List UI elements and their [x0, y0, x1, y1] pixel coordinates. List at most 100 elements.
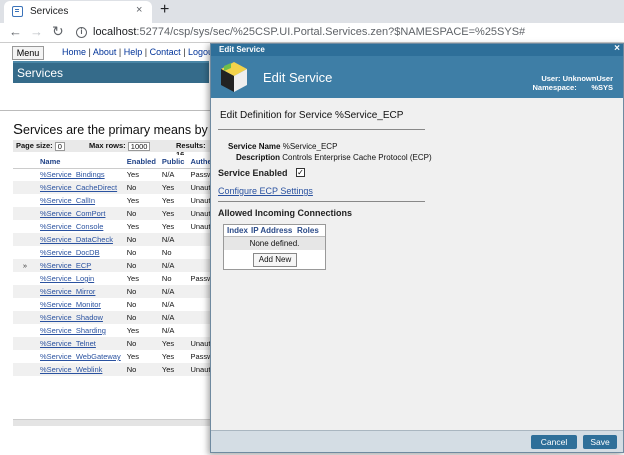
description-value: Controls Enterprise Cache Protocol (ECP)	[282, 153, 432, 162]
table-scrollbar[interactable]	[13, 419, 213, 426]
enabled-cell: No	[123, 259, 159, 272]
namespace-value: %SYS	[591, 83, 613, 92]
column-name[interactable]: Name	[37, 155, 124, 169]
user-label: User: UnknownUser	[541, 74, 613, 83]
column-enabled[interactable]: Enabled	[123, 155, 159, 169]
forward-arrow-icon[interactable]: →	[30, 24, 43, 39]
service-name-link[interactable]: %Service_DataCheck	[37, 233, 124, 246]
row-marker-icon	[13, 285, 37, 298]
enabled-cell: Yes	[126, 196, 139, 205]
table-row[interactable]: %Service_Console Yes Yes Unauthe	[13, 220, 222, 233]
link-about[interactable]: About	[93, 47, 117, 57]
service-name-value: %Service_ECP	[282, 142, 338, 151]
enabled-cell: Yes	[126, 352, 139, 361]
service-name-label: Service Name	[228, 142, 281, 151]
public-cell: Yes	[158, 337, 188, 350]
enabled-cell: No	[123, 181, 159, 194]
service-name-link[interactable]: %Service_Mirror	[37, 285, 124, 298]
service-name-link[interactable]: %Service_ComPort	[37, 207, 124, 220]
dialog-title: Edit Service	[219, 45, 265, 54]
table-row[interactable]: %Service_CallIn Yes Yes Unauthe	[13, 194, 222, 207]
table-row[interactable]: %Service_Sharding Yes N/A	[13, 324, 222, 337]
service-name-link[interactable]: %Service_Sharding	[37, 324, 124, 337]
enabled-cell: No	[123, 233, 159, 246]
configure-ecp-link[interactable]: Configure ECP Settings	[218, 186, 313, 196]
page-title-bar: Services	[13, 61, 209, 83]
dialog-footer: Cancel Save	[211, 430, 623, 452]
connections-empty-row: None defined.	[224, 237, 325, 250]
service-name-link[interactable]: %Service_DocDB	[37, 246, 124, 259]
public-cell: Yes	[161, 352, 175, 361]
table-row[interactable]: %Service_Shadow No N/A	[13, 311, 222, 324]
table-header-row: Name Enabled Public Authent	[13, 155, 222, 169]
table-row[interactable]: %Service_Monitor No N/A	[13, 298, 222, 311]
max-rows-group: Max rows: 1000	[89, 141, 151, 151]
user-info: User: UnknownUser Namespace: %SYS	[533, 74, 613, 92]
service-name-link[interactable]: %Service_Monitor	[37, 298, 124, 311]
link-home[interactable]: Home	[62, 47, 86, 57]
service-name-link[interactable]: %Service_CallIn	[37, 194, 124, 207]
link-help[interactable]: Help	[124, 47, 143, 57]
url-field[interactable]: localhost:52774/csp/sys/sec/%25CSP.UI.Po…	[93, 26, 525, 38]
row-marker-icon: »	[13, 259, 37, 272]
service-name-link[interactable]: %Service_Console	[37, 220, 124, 233]
table-row[interactable]: %Service_Bindings Yes N/A Passwo	[13, 168, 222, 181]
row-marker-icon	[13, 337, 37, 350]
public-cell: N/A	[161, 326, 175, 335]
row-marker-icon	[13, 194, 37, 207]
page-size-input[interactable]: 0	[54, 141, 65, 151]
service-name-link[interactable]: %Service_Shadow	[37, 311, 124, 324]
dialog-titlebar[interactable]: Edit Service ×	[211, 43, 623, 56]
back-arrow-icon[interactable]: ←	[9, 24, 22, 39]
reload-icon[interactable]: ↻	[52, 23, 64, 40]
table-row[interactable]: %Service_Login Yes No Passwo	[13, 272, 222, 285]
table-row[interactable]: %Service_Telnet No Yes Unauthe	[13, 337, 222, 350]
info-icon[interactable]: i	[76, 27, 87, 38]
service-name-link[interactable]: %Service_Bindings	[37, 168, 124, 181]
cancel-button[interactable]: Cancel	[531, 435, 577, 449]
column-public[interactable]: Public	[158, 155, 188, 169]
menu-button[interactable]: Menu	[12, 46, 44, 60]
table-pager: Page size: 0 Max rows: 1000 Results: 16	[13, 140, 213, 159]
table-row[interactable]: » %Service_ECP No N/A	[13, 259, 222, 272]
table-row[interactable]: %Service_ComPort No Yes Unauthe	[13, 207, 222, 220]
add-new-button[interactable]: Add New	[253, 253, 297, 267]
table-row[interactable]: %Service_WebGateway Yes Yes Passwo	[13, 350, 222, 363]
save-button[interactable]: Save	[583, 435, 617, 449]
row-marker-icon	[13, 181, 37, 194]
table-row[interactable]: %Service_DataCheck No N/A	[13, 233, 222, 246]
close-icon[interactable]: ×	[136, 4, 142, 16]
table-row[interactable]: %Service_Weblink No Yes Unauthe	[13, 363, 222, 376]
new-tab-icon[interactable]: +	[160, 1, 169, 19]
connections-table: Index IP Address Roles None defined. Add…	[223, 224, 326, 270]
link-contact[interactable]: Contact	[150, 47, 181, 57]
allowed-connections-title: Allowed Incoming Connections	[218, 208, 353, 218]
namespace-label: Namespace:	[532, 83, 577, 92]
definition-title: Edit Definition for Service %Service_ECP	[220, 110, 404, 121]
table-row[interactable]: %Service_Mirror No N/A	[13, 285, 222, 298]
service-name-link[interactable]: %Service_Telnet	[37, 337, 124, 350]
service-name-link[interactable]: %Service_CacheDirect	[37, 181, 124, 194]
service-name-link[interactable]: %Service_WebGateway	[37, 350, 124, 363]
browser-tab[interactable]: Services ×	[4, 1, 152, 23]
row-marker-icon	[13, 350, 37, 363]
service-name-link[interactable]: %Service_ECP	[37, 259, 124, 272]
enabled-cell: No	[123, 285, 159, 298]
row-marker-icon	[13, 246, 37, 259]
table-row[interactable]: %Service_DocDB No No	[13, 246, 222, 259]
page-size-group: Page size: 0	[16, 141, 65, 151]
service-name-link[interactable]: %Service_Login	[37, 272, 124, 285]
service-enabled-checkbox[interactable]: ✓	[296, 168, 305, 177]
max-rows-input[interactable]: 1000	[127, 141, 151, 151]
column-marker	[13, 155, 37, 169]
row-marker-icon	[13, 168, 37, 181]
divider	[218, 201, 425, 202]
public-cell: Yes	[158, 181, 188, 194]
column-ip-address: IP Address	[251, 226, 293, 235]
table-row[interactable]: %Service_CacheDirect No Yes Unauthe	[13, 181, 222, 194]
enabled-cell: Yes	[126, 326, 139, 335]
public-cell: Yes	[161, 222, 175, 231]
service-name-link[interactable]: %Service_Weblink	[37, 363, 124, 376]
enabled-cell: No	[123, 337, 159, 350]
close-icon[interactable]: ×	[614, 43, 620, 54]
